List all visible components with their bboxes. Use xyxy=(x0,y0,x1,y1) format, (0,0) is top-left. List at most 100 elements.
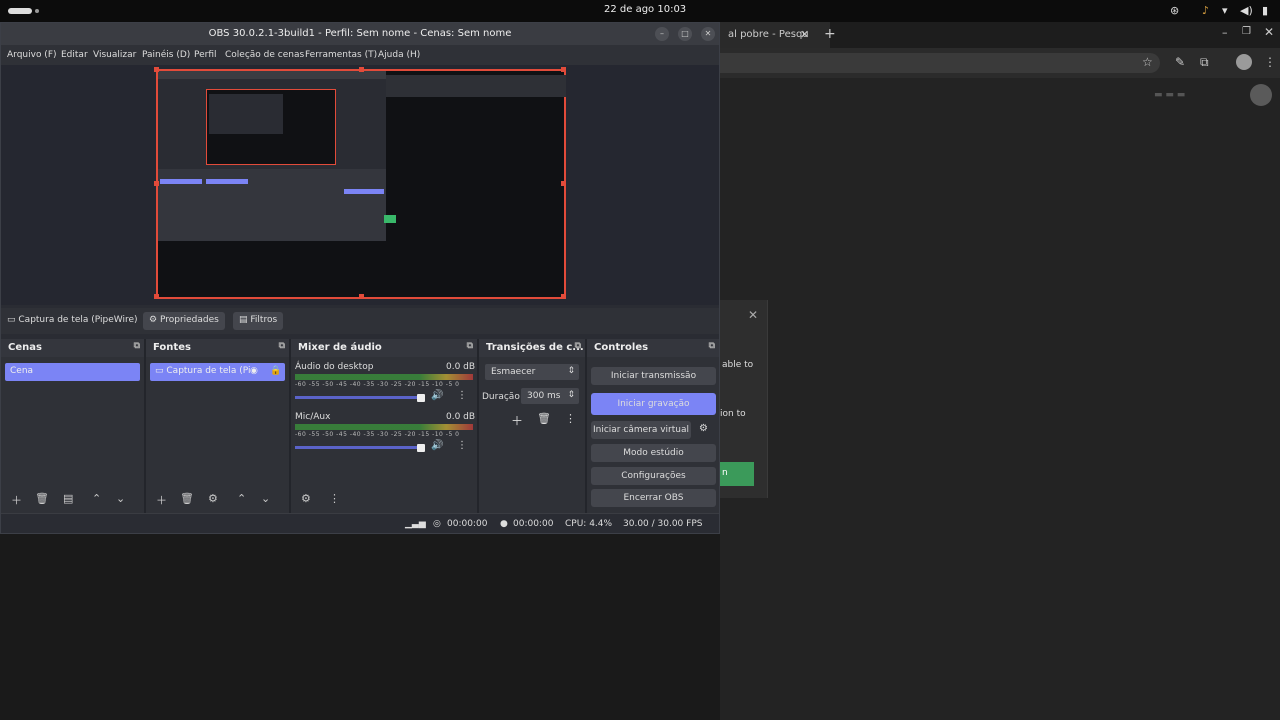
menu-view[interactable]: Visualizar xyxy=(93,50,136,60)
speaker-icon[interactable]: 🔊 xyxy=(431,390,443,401)
browser-dialog: ✕ able to ion to n xyxy=(720,300,768,498)
page-content: ▬ ▬ ▬ xyxy=(1154,90,1186,100)
studio-mode-button[interactable]: Modo estúdio xyxy=(591,444,716,462)
lock-icon[interactable]: 🔒 xyxy=(270,366,281,376)
menu-profile[interactable]: Perfil xyxy=(194,50,217,60)
source-item[interactable]: ▭ Captura de tela (Pi ◉ 🔒 xyxy=(150,363,285,381)
duration-input[interactable]: 300 ms ⇕ xyxy=(521,388,579,404)
audio-icon[interactable]: ♪ xyxy=(1202,4,1209,17)
browser-tab-bar: al pobre - Pesqu ✕ + – ❐ ✕ xyxy=(720,22,1280,48)
start-recording-button[interactable]: Iniciar gravação xyxy=(591,393,716,415)
properties-button[interactable]: ⚙ Propriedades xyxy=(143,312,225,330)
volume-icon[interactable]: ◀) xyxy=(1240,4,1253,17)
volume-meter xyxy=(295,374,473,380)
scene-item[interactable]: Cena xyxy=(5,363,140,381)
more-menu-icon[interactable]: ⋮ xyxy=(1264,55,1276,69)
float-dock-icon[interactable]: ⧉ xyxy=(575,341,581,351)
resize-handle[interactable] xyxy=(154,181,159,186)
menu-scene-collection[interactable]: Coleção de cenas xyxy=(225,50,304,60)
resize-handle[interactable] xyxy=(154,294,159,299)
source-item-label: Captura de tela (Pi xyxy=(166,366,251,376)
volume-slider-knob[interactable] xyxy=(417,394,425,402)
close-icon[interactable]: ✕ xyxy=(800,28,809,41)
float-dock-icon[interactable]: ⧉ xyxy=(279,341,285,351)
workspace-indicator[interactable] xyxy=(35,9,39,13)
address-bar[interactable] xyxy=(720,53,1160,73)
minimize-icon[interactable]: – xyxy=(1222,26,1228,39)
eye-icon[interactable]: ◉ xyxy=(250,366,258,376)
add-icon[interactable]: ＋ xyxy=(11,492,22,508)
record-time: 00:00:00 xyxy=(513,519,554,529)
close-icon[interactable]: ✕ xyxy=(748,308,758,322)
extensions-icon[interactable]: ⧉ xyxy=(1200,55,1209,70)
float-dock-icon[interactable]: ⧉ xyxy=(134,341,140,351)
new-tab-icon[interactable]: + xyxy=(824,26,836,42)
trash-icon[interactable]: 🗑 xyxy=(537,412,551,425)
dialog-text: able to xyxy=(722,360,754,370)
start-virtual-camera-button[interactable]: Iniciar câmera virtual xyxy=(591,421,691,439)
float-dock-icon[interactable]: ⧉ xyxy=(467,341,473,351)
start-streaming-button[interactable]: Iniciar transmissão xyxy=(591,367,716,385)
resize-handle[interactable] xyxy=(359,67,364,72)
filters-button[interactable]: ▤ Filtros xyxy=(233,312,283,330)
activities-button[interactable] xyxy=(8,8,32,14)
move-down-icon[interactable]: ⌄ xyxy=(116,492,125,505)
pen-icon[interactable]: ✎ xyxy=(1175,55,1185,69)
resize-handle[interactable] xyxy=(561,294,566,299)
exit-button[interactable]: Encerrar OBS xyxy=(591,489,716,507)
menu-docks[interactable]: Painéis (D) xyxy=(142,50,190,60)
trash-icon[interactable]: 🗑 xyxy=(180,492,194,505)
gear-icon: ⚙ xyxy=(149,315,158,325)
stream-icon: ◎ xyxy=(433,519,441,529)
maximize-icon[interactable]: ❐ xyxy=(1242,26,1251,37)
filters-label: Filtros xyxy=(250,315,278,325)
move-up-icon[interactable]: ⌃ xyxy=(92,492,101,505)
move-up-icon[interactable]: ⌃ xyxy=(237,492,246,505)
audio-channel-db: 0.0 dB xyxy=(446,412,476,422)
resize-handle[interactable] xyxy=(561,181,566,186)
browser-tab[interactable]: al pobre - Pesqu ✕ xyxy=(720,22,830,48)
add-icon[interactable]: ＋ xyxy=(156,492,167,508)
minimize-icon[interactable]: – xyxy=(655,27,669,41)
resize-handle[interactable] xyxy=(359,294,364,299)
preview-canvas[interactable] xyxy=(154,67,566,299)
gear-icon[interactable]: ⚙ xyxy=(208,492,218,505)
trash-icon[interactable]: 🗑 xyxy=(35,492,49,505)
dialog-confirm-button[interactable]: n xyxy=(720,462,754,486)
clock[interactable]: 22 de ago 10:03 xyxy=(604,4,686,15)
more-icon[interactable]: ⋮ xyxy=(457,440,467,451)
menu-file[interactable]: Arquivo (F) xyxy=(7,50,57,60)
volume-slider[interactable] xyxy=(295,396,421,399)
more-icon[interactable]: ⋮ xyxy=(457,390,467,401)
close-icon[interactable]: ✕ xyxy=(701,27,715,41)
profile-avatar[interactable] xyxy=(1236,54,1252,70)
volume-slider-knob[interactable] xyxy=(417,444,425,452)
settings-button[interactable]: Configurações xyxy=(591,467,716,485)
menu-tools[interactable]: Ferramentas (T) xyxy=(305,50,377,60)
battery-icon[interactable]: ▮ xyxy=(1262,4,1268,17)
stream-time: 00:00:00 xyxy=(447,519,488,529)
speaker-icon[interactable]: 🔊 xyxy=(431,440,443,451)
gear-icon[interactable]: ⚙ xyxy=(699,423,708,434)
accessibility-icon[interactable]: ⊛ xyxy=(1170,4,1179,17)
bookmark-star-icon[interactable]: ☆ xyxy=(1142,55,1153,69)
resize-handle[interactable] xyxy=(561,67,566,72)
transition-select[interactable]: Esmaecer ⇕ xyxy=(485,364,579,380)
more-icon[interactable]: ⋮ xyxy=(329,492,340,505)
dock-title: Cenas xyxy=(8,342,42,353)
close-icon[interactable]: ✕ xyxy=(1264,25,1274,39)
maximize-icon[interactable]: □ xyxy=(678,27,692,41)
add-icon[interactable]: ＋ xyxy=(511,412,523,429)
filter-icon[interactable]: ▤ xyxy=(63,492,73,505)
float-dock-icon[interactable]: ⧉ xyxy=(709,341,715,351)
settings-icon[interactable]: ⚙ xyxy=(301,492,311,505)
obs-window: OBS 30.0.2.1-3build1 - Perfil: Sem nome … xyxy=(0,22,720,534)
volume-slider[interactable] xyxy=(295,446,421,449)
resize-handle[interactable] xyxy=(154,67,159,72)
wifi-icon[interactable]: ▾ xyxy=(1222,4,1228,17)
move-down-icon[interactable]: ⌄ xyxy=(261,492,270,505)
menu-edit[interactable]: Editar xyxy=(61,50,88,60)
window-title[interactable]: OBS 30.0.2.1-3build1 - Perfil: Sem nome … xyxy=(1,23,719,45)
more-icon[interactable]: ⋮ xyxy=(565,412,576,425)
menu-help[interactable]: Ajuda (H) xyxy=(378,50,420,60)
